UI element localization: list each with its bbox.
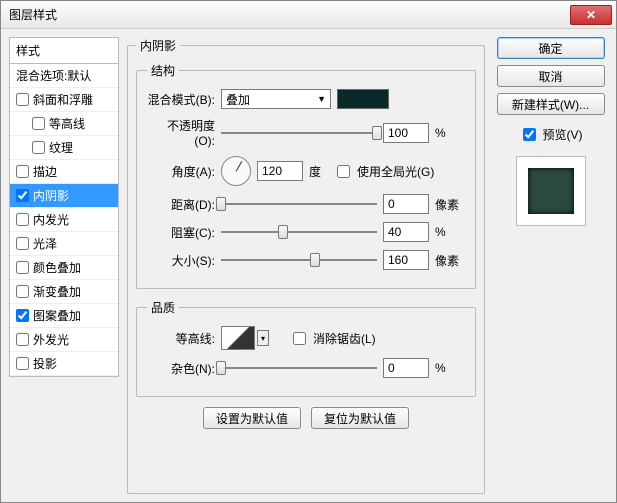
style-item-label: 光泽 xyxy=(33,235,57,252)
distance-unit: 像素 xyxy=(435,196,465,213)
styles-list: 混合选项:默认斜面和浮雕等高线纹理描边内阴影内发光光泽颜色叠加渐变叠加图案叠加外… xyxy=(9,63,119,377)
quality-group: 品质 等高线: ▾ 消除锯齿(L) 杂色(N): xyxy=(136,299,476,397)
choke-slider[interactable] xyxy=(221,223,377,241)
new-style-button[interactable]: 新建样式(W)... xyxy=(497,93,605,115)
style-item-label: 纹理 xyxy=(49,139,73,156)
style-item-label: 颜色叠加 xyxy=(33,259,81,276)
close-button[interactable]: ✕ xyxy=(570,5,612,25)
distance-input[interactable]: 0 xyxy=(383,194,429,214)
shadow-color-swatch[interactable] xyxy=(337,89,389,109)
opacity-label: 不透明度(O): xyxy=(147,117,215,148)
style-item[interactable]: 内发光 xyxy=(10,208,118,232)
size-slider[interactable] xyxy=(221,251,377,269)
titlebar: 图层样式 ✕ xyxy=(1,1,616,29)
preview-box xyxy=(516,156,586,226)
global-light-checkbox[interactable]: 使用全局光(G) xyxy=(333,162,434,181)
style-item-checkbox[interactable] xyxy=(16,213,29,226)
style-item-label: 投影 xyxy=(33,355,57,372)
style-item-checkbox[interactable] xyxy=(32,117,45,130)
choke-input[interactable]: 40 xyxy=(383,222,429,242)
style-item[interactable]: 纹理 xyxy=(10,136,118,160)
style-item-label: 等高线 xyxy=(49,115,85,132)
structure-group: 结构 混合模式(B): 叠加 ▼ 不透明度(O): 100 % xyxy=(136,62,476,289)
angle-unit: 度 xyxy=(309,163,321,180)
style-item-label: 外发光 xyxy=(33,331,69,348)
angle-input[interactable]: 120 xyxy=(257,161,303,181)
window-title: 图层样式 xyxy=(5,6,570,23)
blend-mode-label: 混合模式(B): xyxy=(147,91,215,108)
preview-checkbox[interactable]: 预览(V) xyxy=(519,125,583,144)
style-item[interactable]: 内阴影 xyxy=(10,184,118,208)
style-item[interactable]: 外发光 xyxy=(10,328,118,352)
opacity-unit: % xyxy=(435,126,465,140)
style-item-label: 内阴影 xyxy=(33,187,69,204)
distance-slider[interactable] xyxy=(221,195,377,213)
preview-swatch xyxy=(528,168,574,214)
right-panel: 确定 取消 新建样式(W)... 预览(V) xyxy=(493,37,608,494)
angle-label: 角度(A): xyxy=(147,163,215,180)
size-input[interactable]: 160 xyxy=(383,250,429,270)
structure-legend: 结构 xyxy=(147,62,179,79)
style-item-checkbox[interactable] xyxy=(16,285,29,298)
antialias-checkbox[interactable]: 消除锯齿(L) xyxy=(289,329,376,348)
contour-dropdown-button[interactable]: ▾ xyxy=(257,330,269,346)
style-item-checkbox[interactable] xyxy=(16,165,29,178)
noise-label: 杂色(N): xyxy=(147,360,215,377)
settings-panel: 内阴影 结构 混合模式(B): 叠加 ▼ 不透明度(O): 10 xyxy=(127,37,485,494)
angle-dial[interactable] xyxy=(221,156,251,186)
style-item[interactable]: 等高线 xyxy=(10,112,118,136)
style-item[interactable]: 图案叠加 xyxy=(10,304,118,328)
choke-label: 阻塞(C): xyxy=(147,224,215,241)
style-item-label: 描边 xyxy=(33,163,57,180)
choke-unit: % xyxy=(435,225,465,239)
cancel-button[interactable]: 取消 xyxy=(497,65,605,87)
style-item-checkbox[interactable] xyxy=(32,141,45,154)
style-item-checkbox[interactable] xyxy=(16,261,29,274)
layer-style-dialog: 图层样式 ✕ 样式 混合选项:默认斜面和浮雕等高线纹理描边内阴影内发光光泽颜色叠… xyxy=(0,0,617,503)
set-default-button[interactable]: 设置为默认值 xyxy=(203,407,301,429)
distance-label: 距离(D): xyxy=(147,196,215,213)
opacity-slider[interactable] xyxy=(221,124,377,142)
contour-label: 等高线: xyxy=(147,330,215,347)
style-item-checkbox[interactable] xyxy=(16,309,29,322)
style-item-label: 斜面和浮雕 xyxy=(33,91,93,108)
style-item-checkbox[interactable] xyxy=(16,93,29,106)
styles-list-panel: 样式 混合选项:默认斜面和浮雕等高线纹理描边内阴影内发光光泽颜色叠加渐变叠加图案… xyxy=(9,37,119,494)
style-item-label: 混合选项:默认 xyxy=(16,67,91,84)
panel-title: 内阴影 xyxy=(136,37,180,54)
contour-picker[interactable] xyxy=(221,326,255,350)
style-item-label: 内发光 xyxy=(33,211,69,228)
size-unit: 像素 xyxy=(435,252,465,269)
quality-legend: 品质 xyxy=(147,299,179,316)
size-label: 大小(S): xyxy=(147,252,215,269)
style-item[interactable]: 颜色叠加 xyxy=(10,256,118,280)
style-item[interactable]: 斜面和浮雕 xyxy=(10,88,118,112)
inner-shadow-group: 内阴影 结构 混合模式(B): 叠加 ▼ 不透明度(O): 10 xyxy=(127,37,485,494)
style-item-checkbox[interactable] xyxy=(16,333,29,346)
style-item-checkbox[interactable] xyxy=(16,189,29,202)
styles-header: 样式 xyxy=(9,37,119,63)
style-item-label: 图案叠加 xyxy=(33,307,81,324)
close-icon: ✕ xyxy=(586,8,596,22)
style-item-checkbox[interactable] xyxy=(16,237,29,250)
style-item[interactable]: 投影 xyxy=(10,352,118,376)
chevron-down-icon: ▼ xyxy=(317,94,326,104)
style-item[interactable]: 渐变叠加 xyxy=(10,280,118,304)
ok-button[interactable]: 确定 xyxy=(497,37,605,59)
opacity-input[interactable]: 100 xyxy=(383,123,429,143)
noise-unit: % xyxy=(435,361,465,375)
style-item-checkbox[interactable] xyxy=(16,357,29,370)
style-item-label: 渐变叠加 xyxy=(33,283,81,300)
blend-mode-select[interactable]: 叠加 ▼ xyxy=(221,89,331,109)
style-item[interactable]: 光泽 xyxy=(10,232,118,256)
noise-input[interactable]: 0 xyxy=(383,358,429,378)
reset-default-button[interactable]: 复位为默认值 xyxy=(311,407,409,429)
noise-slider[interactable] xyxy=(221,359,377,377)
style-item[interactable]: 混合选项:默认 xyxy=(10,64,118,88)
style-item[interactable]: 描边 xyxy=(10,160,118,184)
